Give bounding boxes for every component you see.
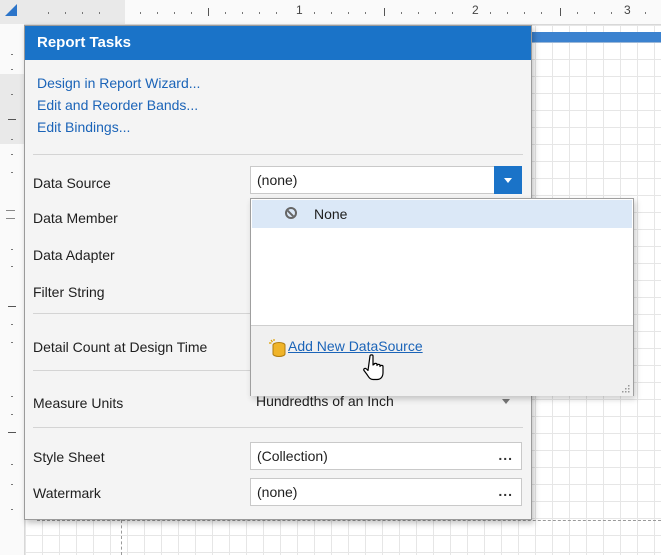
ruler-tick [435, 12, 436, 14]
style-sheet-label: Style Sheet [33, 449, 105, 465]
ruler-tick [191, 12, 192, 14]
ruler-tick [507, 12, 508, 14]
panel-title: Report Tasks [25, 26, 531, 60]
ruler-tick [490, 12, 491, 14]
style-sheet-field[interactable]: (Collection) ... [250, 442, 522, 470]
ruler-tick [594, 12, 595, 14]
watermark-ellipsis-button[interactable]: ... [498, 478, 513, 504]
page-boundary [121, 520, 123, 555]
ruler-tick [11, 69, 13, 70]
ruler-tick [11, 54, 13, 55]
edit-bindings-link[interactable]: Edit Bindings... [37, 116, 531, 138]
ruler-tick [157, 12, 158, 14]
band-strip [530, 42, 661, 43]
no-entry-icon [285, 207, 297, 219]
ruler-tick [645, 12, 646, 14]
watermark-field[interactable]: (none) ... [250, 478, 522, 506]
data-source-dropdown: None Add New DataSource [250, 198, 634, 396]
style-sheet-ellipsis-button[interactable]: ... [498, 442, 513, 468]
watermark-label: Watermark [33, 485, 101, 501]
ruler-tick [11, 172, 13, 173]
data-source-value: (none) [257, 172, 298, 188]
dropdown-item-none[interactable]: None [252, 200, 632, 228]
ruler-tick [65, 12, 66, 14]
chevron-down-icon[interactable] [502, 399, 510, 404]
data-source-label: Data Source [33, 175, 111, 191]
style-sheet-value: (Collection) [257, 448, 328, 464]
ruler-tick [8, 432, 16, 433]
ruler-tick [140, 12, 141, 14]
ruler-tick [8, 306, 16, 307]
ruler-tick [11, 139, 13, 140]
ruler-tick [452, 12, 453, 14]
edit-and-reorder-bands-link[interactable]: Edit and Reorder Bands... [37, 94, 531, 116]
page-boundary [37, 520, 661, 522]
ruler-tick [82, 12, 83, 14]
ruler-tick [418, 12, 419, 14]
ruler-tick [11, 464, 13, 465]
data-adapter-label: Data Adapter [33, 247, 115, 263]
ruler-tick [11, 342, 13, 343]
ruler-tick [365, 12, 366, 14]
ruler-number: 1 [296, 3, 303, 17]
dropdown-item-label: None [314, 206, 348, 222]
ruler-tick [611, 12, 612, 14]
ruler-tick [11, 154, 13, 155]
separator [33, 427, 523, 428]
ruler-tick [242, 12, 243, 14]
ruler-tick [541, 12, 542, 14]
band-header[interactable] [530, 32, 661, 42]
ruler-margin-area [0, 0, 125, 24]
filter-string-label: Filter String [33, 284, 105, 300]
separator [33, 154, 523, 155]
ruler-tick [225, 12, 226, 14]
measure-units-label: Measure Units [33, 395, 124, 411]
detail-count-label: Detail Count at Design Time [33, 339, 208, 355]
ruler-number: 3 [624, 3, 631, 17]
ruler-tick [11, 414, 13, 415]
data-source-combo[interactable]: (none) [250, 166, 522, 194]
chevron-down-icon[interactable] [494, 166, 522, 194]
dropdown-footer: Add New DataSource [251, 325, 633, 396]
ruler-tick [348, 12, 349, 14]
ruler-tick [276, 12, 277, 14]
ruler-tick [48, 12, 49, 14]
resize-grip-icon[interactable] [621, 384, 630, 393]
ruler-corner-icon [5, 4, 17, 16]
add-new-datasource-link[interactable]: Add New DataSource [288, 338, 423, 354]
ruler-tick [560, 8, 561, 16]
ruler-tick [331, 12, 332, 14]
horizontal-ruler: 1 2 3 [0, 0, 661, 25]
ruler-tick [11, 396, 13, 397]
ruler-tick [11, 249, 13, 250]
ruler-tick [208, 8, 209, 16]
ruler-tick [384, 8, 385, 16]
hand-cursor-icon [363, 354, 384, 381]
ruler-tick [11, 484, 13, 485]
data-member-label: Data Member [33, 210, 118, 226]
ruler-number: 2 [472, 3, 479, 17]
ruler-tick [11, 324, 13, 325]
ruler-tick [524, 12, 525, 14]
ruler-tick [314, 12, 315, 14]
ruler-tick [174, 12, 175, 14]
ruler-tick [8, 119, 16, 120]
vertical-ruler [0, 24, 25, 555]
design-in-report-wizard-link[interactable]: Design in Report Wizard... [37, 72, 531, 94]
ruler-tick [11, 266, 13, 267]
ruler-tick [11, 509, 13, 510]
ruler-margin-area [0, 74, 24, 144]
ruler-tick [577, 12, 578, 14]
band-resize-grip-icon[interactable] [6, 210, 15, 219]
database-add-icon [269, 339, 286, 357]
ruler-tick [259, 12, 260, 14]
task-links: Design in Report Wizard... Edit and Reor… [25, 60, 531, 138]
ruler-tick [401, 12, 402, 14]
ruler-tick [11, 94, 13, 95]
watermark-value: (none) [257, 484, 298, 500]
ruler-tick [99, 12, 100, 14]
